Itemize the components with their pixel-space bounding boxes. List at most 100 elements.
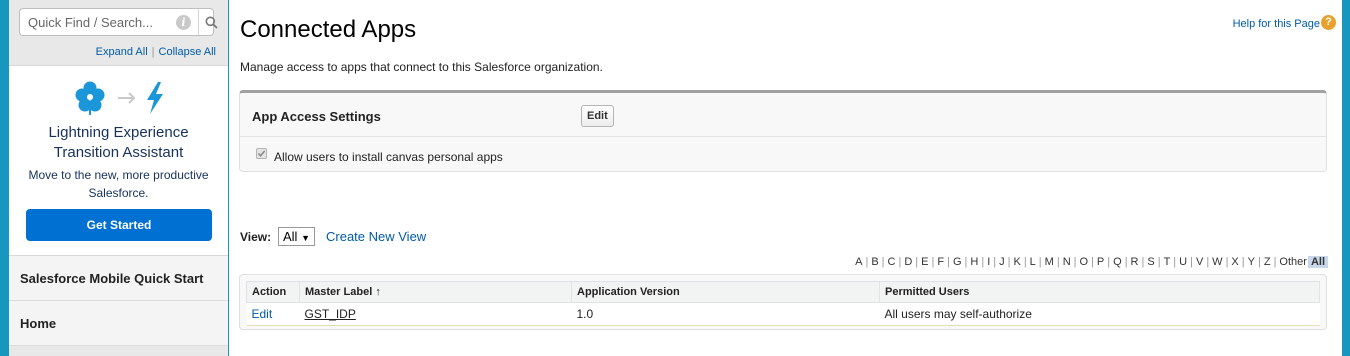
- alpha-filter-m[interactable]: M: [1044, 256, 1055, 268]
- alpha-filter-z[interactable]: Z: [1263, 256, 1272, 268]
- alpha-separator: |: [981, 256, 985, 268]
- alpha-separator: |: [1038, 256, 1042, 268]
- section-title: App Access Settings: [252, 109, 381, 124]
- alpha-separator: |: [1257, 256, 1261, 268]
- alpha-filter-e[interactable]: E: [920, 256, 929, 268]
- alpha-filter-o[interactable]: O: [1079, 256, 1090, 268]
- canvas-apps-label: Allow users to install canvas personal a…: [274, 150, 503, 164]
- column-header-action: Action: [246, 281, 300, 303]
- cell-master-label: GST_IDP: [299, 302, 572, 326]
- app-access-settings-section: App Access Settings Edit Allow users to …: [239, 90, 1327, 172]
- alpha-filter-g[interactable]: G: [952, 256, 963, 268]
- get-started-button[interactable]: Get Started: [26, 209, 212, 241]
- alpha-separator: |: [1141, 256, 1145, 268]
- alpha-filter-r[interactable]: R: [1130, 256, 1140, 268]
- connected-apps-table: Action Master Label ↑ Application Versio…: [246, 281, 1320, 326]
- column-header-permitted-users: Permitted Users: [879, 281, 1320, 303]
- quick-find-input[interactable]: [28, 14, 168, 30]
- sort-ascending-icon: ↑: [375, 286, 381, 298]
- flower-icon: [75, 81, 105, 115]
- alpha-separator: |: [1107, 256, 1111, 268]
- page-scrollbar[interactable]: [1342, 0, 1350, 356]
- help-icon[interactable]: ?: [1321, 15, 1336, 30]
- lightning-bolt-icon: [147, 82, 163, 114]
- alpha-separator: |: [1023, 256, 1027, 268]
- alpha-filter-bar: A | B | C | D | E | F | G | H | I | J | K | L | M | N | O | P | Q | R | S | T |…: [854, 256, 1328, 268]
- alpha-filter-a[interactable]: A: [854, 256, 863, 268]
- alpha-filter-v[interactable]: V: [1195, 256, 1204, 268]
- alpha-separator: |: [1173, 256, 1177, 268]
- alpha-separator: |: [1190, 256, 1193, 268]
- alpha-filter-q[interactable]: Q: [1112, 256, 1123, 268]
- quick-find-box: i: [19, 8, 218, 36]
- alpha-filter-j[interactable]: J: [998, 256, 1006, 268]
- create-new-view-link[interactable]: Create New View: [326, 229, 426, 244]
- edit-settings-button[interactable]: Edit: [581, 105, 614, 127]
- canvas-apps-checkbox[interactable]: [256, 148, 267, 159]
- edit-app-link[interactable]: Edit: [252, 307, 273, 321]
- alpha-filter-s[interactable]: S: [1146, 256, 1155, 268]
- table-header-row: Action Master Label ↑ Application Versio…: [246, 281, 1320, 303]
- alpha-filter-d[interactable]: D: [903, 256, 913, 268]
- page-description: Manage access to apps that connect to th…: [240, 60, 603, 74]
- alpha-separator: |: [1241, 256, 1245, 268]
- sidebar-item-mobile-quick-start[interactable]: Salesforce Mobile Quick Start: [9, 256, 228, 301]
- arrow-right-icon: [118, 92, 136, 104]
- alpha-separator: |: [947, 256, 950, 268]
- help-link[interactable]: Help for this Page: [1233, 18, 1320, 30]
- alpha-separator: |: [1157, 256, 1161, 268]
- alpha-filter-p[interactable]: P: [1096, 256, 1105, 268]
- expand-collapse-row: Expand All | Collapse All: [9, 46, 216, 58]
- alpha-separator: |: [964, 256, 968, 268]
- alpha-filter-u[interactable]: U: [1178, 256, 1188, 268]
- alpha-filter-c[interactable]: C: [887, 256, 897, 268]
- lex-sub-line2: Salesforce.: [88, 186, 149, 200]
- alpha-filter-x[interactable]: X: [1230, 256, 1239, 268]
- column-header-label: Master Label: [305, 286, 373, 298]
- view-label: View:: [240, 230, 272, 244]
- alpha-filter-h[interactable]: H: [969, 256, 979, 268]
- alpha-separator: |: [865, 256, 869, 268]
- alpha-filter-t[interactable]: T: [1163, 256, 1172, 268]
- chevron-down-icon: ▼: [301, 233, 310, 243]
- expand-all-link[interactable]: Expand All: [96, 46, 148, 58]
- alpha-filter-all[interactable]: All: [1307, 256, 1328, 268]
- app-name-link[interactable]: GST_IDP: [305, 307, 356, 321]
- alpha-filter-b[interactable]: B: [870, 256, 879, 268]
- alpha-separator: |: [1073, 256, 1077, 268]
- alpha-filter-f[interactable]: F: [936, 256, 945, 268]
- alpha-filter-l[interactable]: L: [1029, 256, 1037, 268]
- lex-card-title: Lightning Experience Transition Assistan…: [9, 123, 228, 163]
- search-icon: [205, 16, 218, 29]
- alpha-filter-y[interactable]: Y: [1247, 256, 1256, 268]
- alpha-separator: |: [898, 256, 902, 268]
- alpha-separator: |: [1225, 256, 1229, 268]
- alpha-separator: |: [1007, 256, 1011, 268]
- table-row: Edit GST_IDP 1.0 All users may self-auth…: [246, 302, 1320, 326]
- alpha-separator: |: [931, 256, 935, 268]
- cell-permitted-users: All users may self-authorize: [879, 302, 1320, 326]
- lex-card-subtitle: Move to the new, more productive Salesfo…: [9, 166, 228, 202]
- view-select[interactable]: All ▼: [278, 227, 315, 246]
- column-header-application-version: Application Version: [571, 281, 880, 303]
- sidebar-item-home[interactable]: Home: [9, 301, 228, 346]
- alpha-separator: |: [881, 256, 885, 268]
- search-button[interactable]: [198, 9, 219, 35]
- page-title: Connected Apps: [240, 16, 417, 43]
- alpha-filter-n[interactable]: N: [1062, 256, 1072, 268]
- alpha-filter-other[interactable]: Other: [1278, 256, 1308, 268]
- cell-version: 1.0: [571, 302, 880, 326]
- column-header-master-label[interactable]: Master Label ↑: [299, 281, 572, 303]
- info-icon[interactable]: i: [176, 15, 191, 30]
- alpha-filter-w[interactable]: W: [1211, 256, 1223, 268]
- alpha-separator: |: [1273, 256, 1277, 268]
- main-content: Connected Apps Help for this Page ? Mana…: [229, 0, 1342, 356]
- collapse-all-link[interactable]: Collapse All: [159, 46, 216, 58]
- alpha-separator: |: [915, 256, 919, 268]
- alpha-separator: |: [1124, 256, 1128, 268]
- alpha-separator: |: [1056, 256, 1060, 268]
- alpha-filter-k[interactable]: K: [1012, 256, 1021, 268]
- alpha-separator: |: [1206, 256, 1210, 268]
- divider: [240, 136, 1326, 137]
- lex-sub-line1: Move to the new, more productive: [28, 168, 209, 182]
